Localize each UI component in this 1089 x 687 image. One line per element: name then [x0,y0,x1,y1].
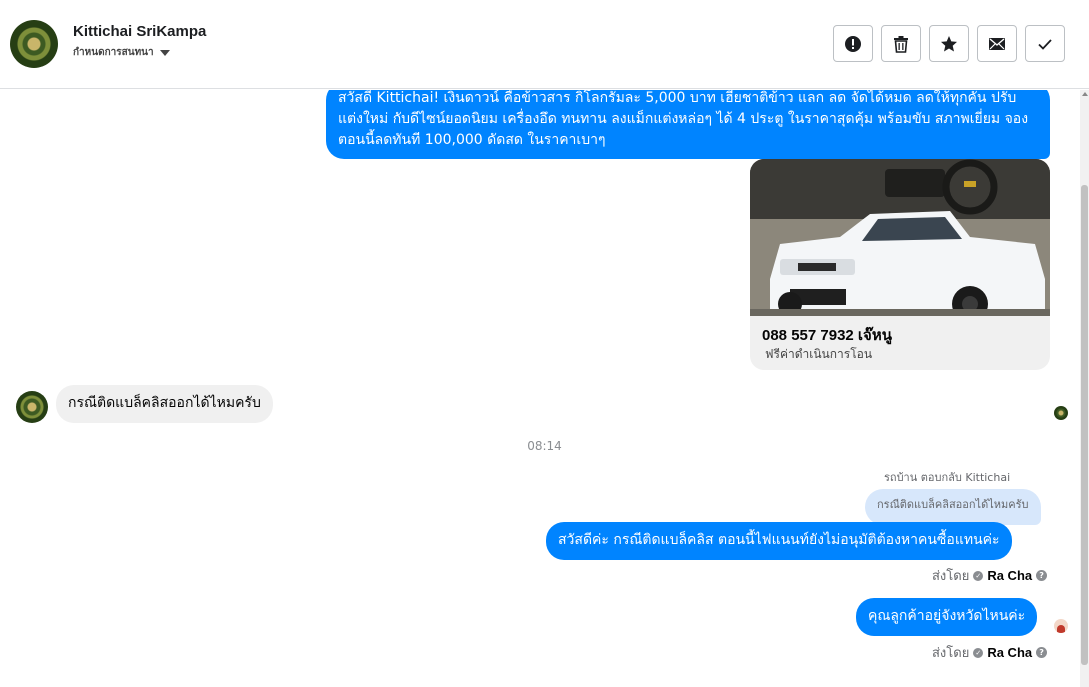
outgoing-message[interactable]: สวัสดีค่ะ กรณีติดแบล็คลิส ตอนนี้ไฟแนนท์ย… [546,522,1012,560]
sender-name[interactable]: Ra Cha [987,568,1032,583]
mark-spam-button[interactable] [833,25,873,62]
alert-icon [845,35,861,52]
message-thread[interactable]: สวัสดี Kittichai! เงินดาวน์ คือข้าวสาร ก… [0,90,1080,687]
help-icon[interactable]: ? [1036,570,1048,581]
sender-name[interactable]: Ra Cha [987,645,1032,660]
envelope-icon [989,37,1005,50]
star-button[interactable] [929,25,969,62]
card-title: 088 557 7932 เจ๊หนู [762,327,892,344]
staff-avatar [1054,619,1068,633]
sent-by-info: ส่งโดย ✓ Ra Cha ? [932,565,1048,586]
contact-name[interactable]: Kittichai SriKampa [73,23,206,40]
outgoing-message[interactable]: คุณลูกค้าอยู่จังหวัดไหนค่ะ [856,598,1038,636]
attachment-card[interactable]: 088 557 7932 เจ๊หนู ฟรีค่าดำเนินการโอน [750,159,1050,370]
outgoing-message[interactable]: สวัสดี Kittichai! เงินดาวน์ คือข้าวสาร ก… [326,90,1050,159]
help-icon[interactable]: ? [1036,647,1048,658]
checkmark-icon [1038,38,1052,50]
truck-photo [750,159,1050,316]
delete-button[interactable] [881,25,921,62]
read-receipt-avatar [1054,406,1068,420]
sent-by-label: ส่งโดย [932,646,970,661]
star-icon [941,35,957,51]
reply-label: รถบ้าน ตอบกลับ Kittichai [884,471,1011,484]
conversation-status-dropdown[interactable]: กำหนดการสนทนา [73,45,170,60]
sent-by-info: ส่งโดย ✓ Ra Cha ? [932,642,1048,663]
mark-unread-button[interactable] [977,25,1017,62]
sent-by-label: ส่งโดย [932,569,970,584]
card-subtitle: ฟรีค่าดำเนินการโอน [765,347,873,361]
conversation-toolbar [833,25,1065,62]
verified-icon: ✓ [973,570,984,581]
trash-icon [894,35,908,53]
quoted-message[interactable]: กรณีติดแบล็คลิสออกได้ไหมครับ [865,489,1041,525]
mark-done-button[interactable] [1025,25,1065,62]
conversation-header: Kittichai SriKampa กำหนดการสนทนา [0,0,1089,89]
contact-avatar-small[interactable] [16,391,48,423]
caret-down-icon [159,49,170,56]
conversation-status-label: กำหนดการสนทนา [73,47,154,58]
scrollbar-thumb[interactable] [1081,185,1088,665]
contact-avatar[interactable] [10,20,58,68]
timestamp-divider: 08:14 [527,439,562,453]
incoming-message[interactable]: กรณีติดแบล็คลิสออกได้ไหมครับ [56,385,273,423]
verified-icon: ✓ [973,647,984,658]
scroll-up-arrow-icon[interactable] [1082,92,1088,96]
